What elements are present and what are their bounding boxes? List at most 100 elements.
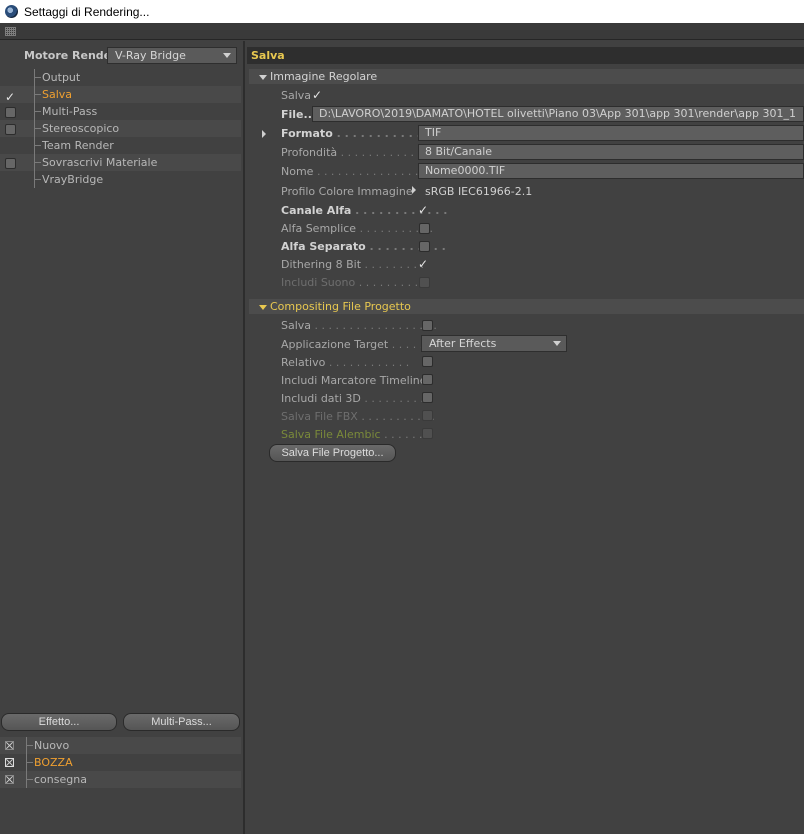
expand-triangle-icon xyxy=(259,74,267,80)
separate-alpha-checkbox[interactable] xyxy=(419,241,430,255)
color-profile-value[interactable]: sRGB IEC61966-2.1 xyxy=(418,184,804,200)
comp-save-row: Salva . . . . . . . . . . . . . . . . . … xyxy=(281,317,437,334)
checkmark-icon: ✓ xyxy=(418,203,429,217)
tree-branch-line xyxy=(34,171,41,188)
straight-alpha-checkbox[interactable] xyxy=(419,223,430,237)
render-setting-consegna[interactable]: consegna xyxy=(0,771,241,788)
name-row: Nome . . . . . . . . . . . . . . . . . . xyxy=(281,163,439,180)
tree-item-team-render[interactable]: Team Render xyxy=(0,137,241,154)
group-compositing-file-progetto[interactable]: Compositing File Progetto xyxy=(249,299,804,314)
tree-item-multipass[interactable]: Multi-Pass xyxy=(0,103,241,120)
cinema4d-app-icon xyxy=(5,5,18,18)
straight-alpha-label: Alfa Semplice xyxy=(281,222,357,235)
window-title: Settaggi di Rendering... xyxy=(24,4,150,19)
tree-item-label: Salva xyxy=(42,88,73,101)
comp-save-label: Salva xyxy=(281,319,312,332)
timeline-checkbox[interactable] xyxy=(422,374,433,388)
data3d-checkbox[interactable] xyxy=(422,392,433,406)
name-label: Nome xyxy=(281,165,314,178)
effect-button[interactable]: Effetto... xyxy=(1,713,117,731)
render-setting-label: BOZZA xyxy=(34,756,73,769)
tree-item-salva[interactable]: ✓ Salva xyxy=(0,86,241,103)
tree-item-label: Sovrascrivi Materiale xyxy=(42,156,158,169)
checkbox-icon xyxy=(422,392,433,403)
panel-grip-icon[interactable] xyxy=(5,27,16,36)
render-engine-row: Motore Render V-Ray Bridge xyxy=(0,46,245,64)
checkbox-icon xyxy=(422,428,433,439)
render-setting-nuovo[interactable]: Nuovo xyxy=(0,737,241,754)
format-select[interactable]: TIF xyxy=(418,125,804,141)
render-setting-active-icon xyxy=(5,758,14,767)
tree-branch-line xyxy=(34,86,41,103)
tree-item-checkbox[interactable] xyxy=(5,123,16,135)
render-engine-select[interactable]: V-Ray Bridge xyxy=(107,47,237,64)
dithering-row: Dithering 8 Bit . . . . . . . . . xyxy=(281,256,424,273)
chevron-down-icon xyxy=(553,341,561,346)
tree-item-output[interactable]: Output xyxy=(0,69,241,86)
render-setting-bozza[interactable]: BOZZA xyxy=(0,754,241,771)
fbx-row: Salva File FBX . . . . . . . . . . . xyxy=(281,408,435,425)
multipass-button[interactable]: Multi-Pass... xyxy=(123,713,240,731)
section-title: Salva xyxy=(247,47,804,64)
expand-triangle-icon xyxy=(259,304,267,310)
alembic-label: Salva File Alembic xyxy=(281,428,381,441)
relative-row: Relativo . . . . . . . . . . . . xyxy=(281,354,409,371)
target-app-row: Applicazione Target . . . . . xyxy=(281,336,423,353)
render-setting-label: Nuovo xyxy=(34,739,70,752)
tree-item-checkbox[interactable] xyxy=(5,106,16,118)
tree-item-vraybridge[interactable]: VrayBridge xyxy=(0,171,241,188)
label-dots: . . . . . . . . . . xyxy=(360,392,431,405)
render-engine-value: V-Ray Bridge xyxy=(115,49,186,62)
checkmark-icon: ✓ xyxy=(312,88,323,102)
data3d-row: Includi dati 3D . . . . . . . . . . xyxy=(281,390,431,407)
depth-label: Profondità xyxy=(281,146,338,159)
render-setting-icon xyxy=(5,741,14,750)
tree-item-checkbox[interactable] xyxy=(5,157,16,169)
format-label: Formato xyxy=(281,127,333,140)
target-app-label: Applicazione Target xyxy=(281,338,389,351)
alpha-label: Canale Alfa xyxy=(281,204,352,217)
profile-row: Profilo Colore Immagine xyxy=(281,183,413,200)
expand-triangle-right-icon[interactable] xyxy=(412,186,416,194)
depth-select[interactable]: 8 Bit/Canale xyxy=(418,144,804,160)
tree-item-checkbox[interactable]: ✓ xyxy=(5,89,16,103)
group-immagine-regolare[interactable]: Immagine Regolare xyxy=(249,69,804,84)
settings-tree: Output ✓ Salva Multi-Pass Stereoscopico … xyxy=(0,69,241,188)
tree-item-sovrascrivi-materiale[interactable]: Sovrascrivi Materiale xyxy=(0,154,241,171)
label-dots: . . . . . . . . . . . . xyxy=(325,356,410,369)
data3d-label: Includi dati 3D xyxy=(281,392,361,405)
render-setting-label: consegna xyxy=(34,773,87,786)
checkbox-icon xyxy=(5,107,16,118)
file-label[interactable]: File... xyxy=(281,108,316,121)
expand-triangle-right-icon[interactable] xyxy=(262,130,266,138)
dithering-label: Dithering 8 Bit xyxy=(281,258,362,271)
checkbox-icon xyxy=(422,356,433,367)
tree-branch-line xyxy=(26,771,33,788)
fbx-label: Salva File FBX xyxy=(281,410,358,423)
label-dots: . . . . . xyxy=(388,338,424,351)
target-app-select[interactable]: After Effects xyxy=(421,335,567,352)
checkbox-icon xyxy=(422,374,433,385)
profile-label: Profilo Colore Immagine xyxy=(281,185,413,198)
save-row: Salva xyxy=(281,87,311,104)
save-label: Salva xyxy=(281,89,312,102)
group-label: Compositing File Progetto xyxy=(270,300,411,313)
right-panel: Salva Immagine Regolare Salva ✓ File... … xyxy=(247,41,804,834)
name-select[interactable]: Nome0000.TIF xyxy=(418,163,804,179)
file-path-input[interactable]: D:\LAVORO\2019\DAMATO\HOTEL olivetti\Pia… xyxy=(312,106,804,122)
comp-save-checkbox[interactable] xyxy=(422,320,433,334)
label-dots: . . . . . . . . . xyxy=(361,258,424,271)
relative-label: Relativo xyxy=(281,356,326,369)
render-setting-icon xyxy=(5,775,14,784)
panel-toolstrip xyxy=(0,23,804,40)
dithering-checkbox[interactable]: ✓ xyxy=(418,258,430,271)
straight-alpha-row: Alfa Semplice . . . . . . . . . . . xyxy=(281,220,433,237)
checkbox-icon xyxy=(5,124,16,135)
alpha-checkbox[interactable]: ✓ xyxy=(418,204,430,217)
relative-checkbox[interactable] xyxy=(422,356,433,370)
tree-item-stereoscopico[interactable]: Stereoscopico xyxy=(0,120,241,137)
save-checkbox[interactable]: ✓ xyxy=(312,89,324,102)
depth-row: Profondità . . . . . . . . . . . . . xyxy=(281,144,428,161)
tree-item-label: Team Render xyxy=(42,139,114,152)
save-project-file-button[interactable]: Salva File Progetto... xyxy=(269,444,396,462)
